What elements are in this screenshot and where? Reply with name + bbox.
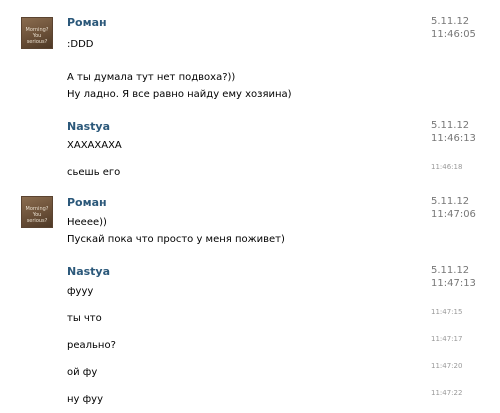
message-time: 11:47:06	[431, 209, 476, 220]
message-date: 5.11.12	[431, 196, 470, 207]
avatar[interactable]: Morning? You serious?	[21, 196, 53, 228]
followup-time: 11:47:15	[431, 308, 463, 316]
message-text: Ну ладно. Я все равно найду ему хозяина)	[67, 89, 292, 100]
followup-time: 11:47:17	[431, 335, 463, 343]
author-name[interactable]: Роман	[67, 16, 107, 29]
message-text: реально?	[67, 340, 116, 351]
message-text: А ты думала тут нет подвоха?))	[67, 72, 236, 83]
author-name[interactable]: Nastya	[67, 265, 110, 278]
message-text: ну фуу	[67, 394, 104, 405]
followup-time: 11:47:22	[431, 389, 463, 397]
message-time: 11:47:13	[431, 278, 476, 289]
message-text: сьешь его	[67, 167, 121, 178]
message-text: :DDD	[67, 39, 94, 50]
message-time: 11:46:13	[431, 133, 476, 144]
message-date: 5.11.12	[431, 120, 470, 131]
message-text: Неeee))	[67, 217, 107, 228]
followup-time: 11:47:20	[431, 362, 463, 370]
message-date: 5.11.12	[431, 265, 470, 276]
message-time: 11:46:05	[431, 29, 476, 40]
author-name[interactable]: Роман	[67, 196, 107, 209]
message-text: ты что	[67, 313, 102, 324]
message-text: Пускай пока что просто у меня поживет)	[67, 234, 285, 245]
message-date: 5.11.12	[431, 16, 470, 27]
followup-time: 11:46:18	[431, 163, 463, 171]
avatar[interactable]: Morning? You serious?	[21, 17, 53, 49]
author-name[interactable]: Nastya	[67, 120, 110, 133]
message-text: фууу	[67, 286, 94, 297]
message-text: ХАХАХАХА	[67, 140, 122, 151]
message-text: ой фу	[67, 367, 98, 378]
